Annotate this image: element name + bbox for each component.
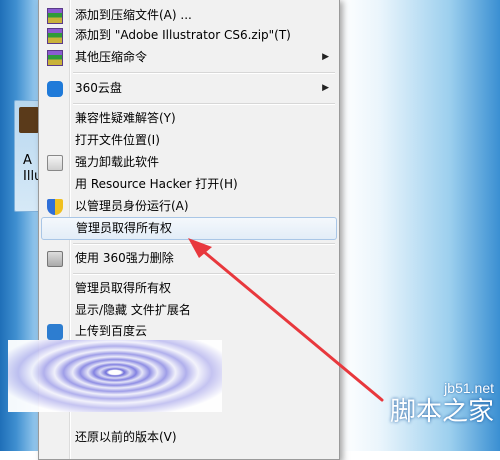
site-watermark: jb51.net 脚本之家	[390, 380, 494, 426]
menu-item-label: 其他压缩命令	[75, 50, 148, 64]
watermark-brand: 脚本之家	[389, 396, 494, 426]
application-icon	[19, 107, 39, 133]
menu-item-360-force-delete[interactable]: 使用 360强力删除	[41, 248, 335, 269]
menu-item-360-cloud[interactable]: 360云盘 ▶	[41, 78, 335, 99]
menu-item-label: 添加到 "Adobe Illustrator CS6.zip"(T)	[75, 28, 291, 42]
winrar-icon	[47, 50, 63, 66]
menu-item-label: 还原以前的版本(V)	[75, 430, 177, 444]
menu-item-label: 兼容性疑难解答(Y)	[75, 111, 176, 125]
menu-item-add-to-zip[interactable]: 添加到 "Adobe Illustrator CS6.zip"(T)	[41, 25, 335, 46]
menu-item-take-ownership-highlighted[interactable]: 管理员取得所有权	[41, 217, 337, 240]
menu-item-label: 用 Resource Hacker 打开(H)	[75, 177, 238, 191]
menu-item-add-to-archive[interactable]: 添加到压缩文件(A) ...	[41, 5, 335, 26]
menu-separator	[73, 273, 335, 275]
menu-separator	[73, 72, 335, 74]
decorative-swirl-overlay	[8, 340, 222, 412]
shredder-icon	[47, 251, 63, 267]
submenu-arrow-icon: ▶	[322, 52, 329, 62]
menu-item-upload-baidu[interactable]: 上传到百度云	[41, 321, 335, 342]
menu-item-label: 显示/隐藏 文件扩展名	[75, 303, 191, 317]
cloud-disk-icon	[47, 81, 63, 97]
watermark-domain: jb51.net	[444, 380, 494, 396]
menu-item-label: 管理员取得所有权	[76, 221, 173, 235]
menu-separator	[73, 243, 335, 245]
menu-item-compatibility[interactable]: 兼容性疑难解答(Y)	[41, 108, 335, 129]
menu-item-label: 上传到百度云	[75, 324, 148, 338]
menu-item-open-location[interactable]: 打开文件位置(I)	[41, 130, 335, 151]
menu-item-resource-hacker[interactable]: 用 Resource Hacker 打开(H)	[41, 174, 335, 195]
menu-item-label: 强力卸载此软件	[75, 155, 160, 169]
menu-item-take-ownership[interactable]: 管理员取得所有权	[41, 278, 335, 299]
menu-item-other-compress[interactable]: 其他压缩命令 ▶	[41, 47, 335, 68]
submenu-arrow-icon: ▶	[322, 83, 329, 93]
upload-cloud-icon	[47, 324, 63, 340]
trash-icon	[47, 155, 63, 171]
menu-item-label: 360云盘	[75, 81, 122, 95]
menu-item-run-as-admin[interactable]: 以管理员身份运行(A)	[41, 196, 335, 217]
menu-item-label: 管理员取得所有权	[75, 281, 172, 295]
menu-item-force-uninstall[interactable]: 强力卸载此软件	[41, 152, 335, 173]
menu-item-label: 以管理员身份运行(A)	[75, 199, 189, 213]
menu-item-label: 打开文件位置(I)	[75, 133, 160, 147]
winrar-icon	[47, 28, 63, 44]
menu-item-label: 添加到压缩文件(A) ...	[75, 8, 192, 22]
winrar-icon	[47, 8, 63, 24]
menu-item-label: 使用 360强力删除	[75, 251, 174, 265]
menu-item-toggle-extension[interactable]: 显示/隐藏 文件扩展名	[41, 300, 335, 321]
menu-item-restore-previous[interactable]: 还原以前的版本(V)	[41, 427, 335, 448]
uac-shield-icon	[47, 199, 63, 215]
menu-separator	[73, 103, 335, 105]
